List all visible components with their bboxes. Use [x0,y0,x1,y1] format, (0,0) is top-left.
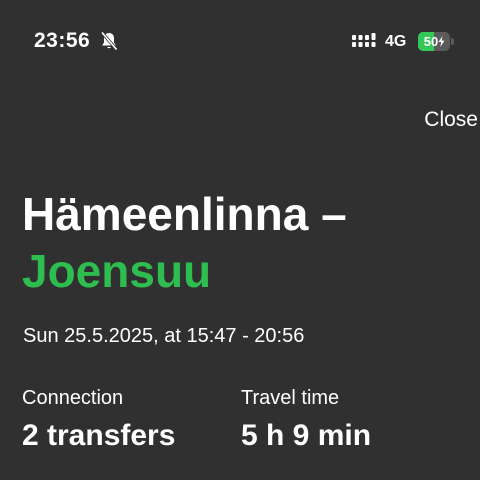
route-origin: Hämeenlinna – [22,188,347,240]
battery-indicator: 50 [418,32,454,51]
travel-time-stat: Travel time 5 h 9 min [241,386,371,454]
travel-time-label: Travel time [241,387,340,409]
network-type: 4G [385,33,407,50]
status-bar: 23:56 4G 50 [0,0,480,84]
route-title: Hämeenlinna – Joensuu [22,186,347,300]
battery-tip [451,38,454,45]
connection-stat: Connection 2 transfers [22,386,175,454]
cellular-signal-icon [352,33,376,47]
route-destination: Joensuu [22,245,212,297]
connection-value: 2 transfers [22,419,176,452]
close-button[interactable]: Close [424,108,478,132]
battery-body: 50 [418,32,450,51]
bell-slash-icon [100,31,118,51]
status-time: 23:56 [34,29,91,52]
charging-bolt-icon [438,36,445,47]
travel-time-value: 5 h 9 min [241,419,372,452]
trip-date-time: Sun 25.5.2025, at 15:47 - 20:56 [23,325,305,347]
connection-label: Connection [22,387,124,409]
